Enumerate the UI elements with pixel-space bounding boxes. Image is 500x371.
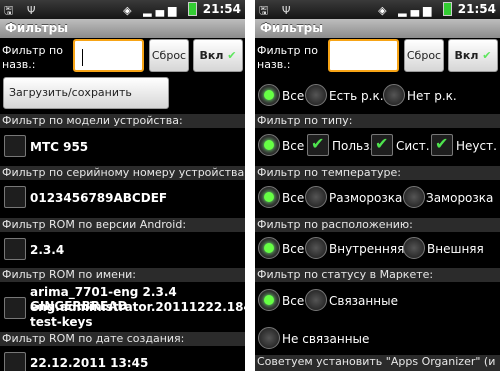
status-time: 21:54 xyxy=(457,2,496,16)
enable-label: Вкл xyxy=(199,49,224,62)
market-unlinked-label: Не связанные xyxy=(282,332,370,346)
location-internal-radio[interactable] xyxy=(305,237,327,259)
check-icon: ✔ xyxy=(482,49,492,62)
serial-filter-checkbox[interactable] xyxy=(4,186,26,208)
rom-date-value: 22.12.2011 13:45 xyxy=(30,356,149,370)
rom-name-checkbox[interactable] xyxy=(4,297,26,319)
location-all-radio[interactable] xyxy=(258,237,280,259)
window-title: Фильтры xyxy=(255,19,500,38)
reset-button[interactable]: Сброс xyxy=(149,39,189,72)
temp-all-label: Все xyxy=(282,191,305,205)
temp-freeze-radio[interactable] xyxy=(403,186,425,208)
rom-name-line-3: test-keys xyxy=(30,315,93,329)
android-version-value: 2.3.4 xyxy=(30,243,65,257)
reset-button[interactable]: Сброс xyxy=(404,39,444,72)
type-system-checkbox[interactable] xyxy=(371,134,393,156)
status-time: 21:54 xyxy=(202,2,241,16)
battery-icon xyxy=(188,2,197,16)
enable-button[interactable]: Вкл ✔ xyxy=(448,39,498,72)
market-linked-label: Связанные xyxy=(329,294,398,308)
section-header-temperature: Фильтр по температуре: xyxy=(255,166,500,180)
model-value: MTC 955 xyxy=(30,140,89,154)
location-external-radio[interactable] xyxy=(403,237,425,259)
market-linked-radio[interactable] xyxy=(305,289,327,311)
status-bar: 🖫 Ψ ◈ ▂▄▆ 21:54 xyxy=(0,0,245,19)
root-all-label: Все xyxy=(282,89,305,103)
root-no-label: Нет р.к. xyxy=(407,89,457,103)
footer-hint: Советуем установить "Apps Organizer" (и xyxy=(255,355,500,371)
market-all-radio[interactable] xyxy=(258,289,280,311)
filter-name-input[interactable] xyxy=(73,39,144,72)
type-system-label: Сист. xyxy=(396,139,430,153)
android-version-checkbox[interactable] xyxy=(4,238,26,260)
temp-freeze-label: Заморозка xyxy=(426,191,494,205)
market-all-label: Все xyxy=(282,294,305,308)
check-icon: ✔ xyxy=(227,49,237,62)
signal-icons: ◈ ▂▄▆ xyxy=(378,2,452,17)
type-all-label: Все xyxy=(282,139,305,153)
load-save-filter-button[interactable]: Загрузить/сохранить фильтр... xyxy=(3,77,169,129)
section-header-type: Фильтр по типу: xyxy=(255,114,500,128)
root-yes-radio[interactable] xyxy=(305,84,327,106)
status-bar: 🖫 Ψ ◈ ▂▄▆ 21:54 xyxy=(255,0,500,19)
temp-all-radio[interactable] xyxy=(258,186,280,208)
section-header-market: Фильтр по статусу в Маркете: xyxy=(255,268,500,282)
filter-name-input[interactable] xyxy=(328,39,399,72)
section-header-rom-name: Фильтр ROM по имени: xyxy=(0,268,245,282)
section-header-rom-date: Фильтр ROM по дате создания: xyxy=(0,332,245,346)
temp-defrost-label: Разморозка xyxy=(329,191,403,205)
type-all-radio[interactable] xyxy=(258,134,280,156)
model-filter-checkbox[interactable] xyxy=(4,135,26,157)
type-uninstalled-checkbox[interactable] xyxy=(431,134,453,156)
root-no-radio[interactable] xyxy=(383,84,405,106)
type-uninstalled-label: Неуст. xyxy=(456,139,497,153)
enable-label: Вкл xyxy=(454,49,479,62)
window-title: Фильтры xyxy=(0,19,245,38)
root-all-radio[interactable] xyxy=(258,84,280,106)
rom-date-checkbox[interactable] xyxy=(4,352,26,371)
type-user-label: Польз. xyxy=(332,139,374,153)
enable-button[interactable]: Вкл ✔ xyxy=(193,39,243,72)
filter-name-label: Фильтр по назв.: xyxy=(257,44,318,71)
text-cursor xyxy=(82,49,83,66)
root-yes-label: Есть р.к. xyxy=(329,89,384,103)
left-screen: 🖫 Ψ ◈ ▂▄▆ 21:54 Фильтры Фильтр по назв.:… xyxy=(0,0,245,371)
rom-name-line-2: eng.administrator.20111222.184417 xyxy=(30,300,245,314)
section-header-location: Фильтр по расположению: xyxy=(255,218,500,232)
section-header-android-version: Фильтр ROM по версии Android: xyxy=(0,218,245,232)
type-user-checkbox[interactable] xyxy=(307,134,329,156)
right-screen: 🖫 Ψ ◈ ▂▄▆ 21:54 Фильтры Фильтр по назв.:… xyxy=(255,0,500,371)
temp-defrost-radio[interactable] xyxy=(305,186,327,208)
section-header-serial: Фильтр по серийному номеру устройства: xyxy=(0,166,245,180)
serial-value: 0123456789ABCDEF xyxy=(30,191,168,205)
location-internal-label: Внутренняя xyxy=(329,242,405,256)
location-external-label: Внешняя xyxy=(427,242,484,256)
section-header-model: Фильтр по модели устройства: xyxy=(0,114,245,128)
location-all-label: Все xyxy=(282,242,305,256)
filter-name-label: Фильтр по назв.: xyxy=(2,44,63,71)
market-unlinked-radio[interactable] xyxy=(258,327,280,349)
battery-icon xyxy=(443,2,452,16)
signal-icons: ◈ ▂▄▆ xyxy=(123,2,197,17)
